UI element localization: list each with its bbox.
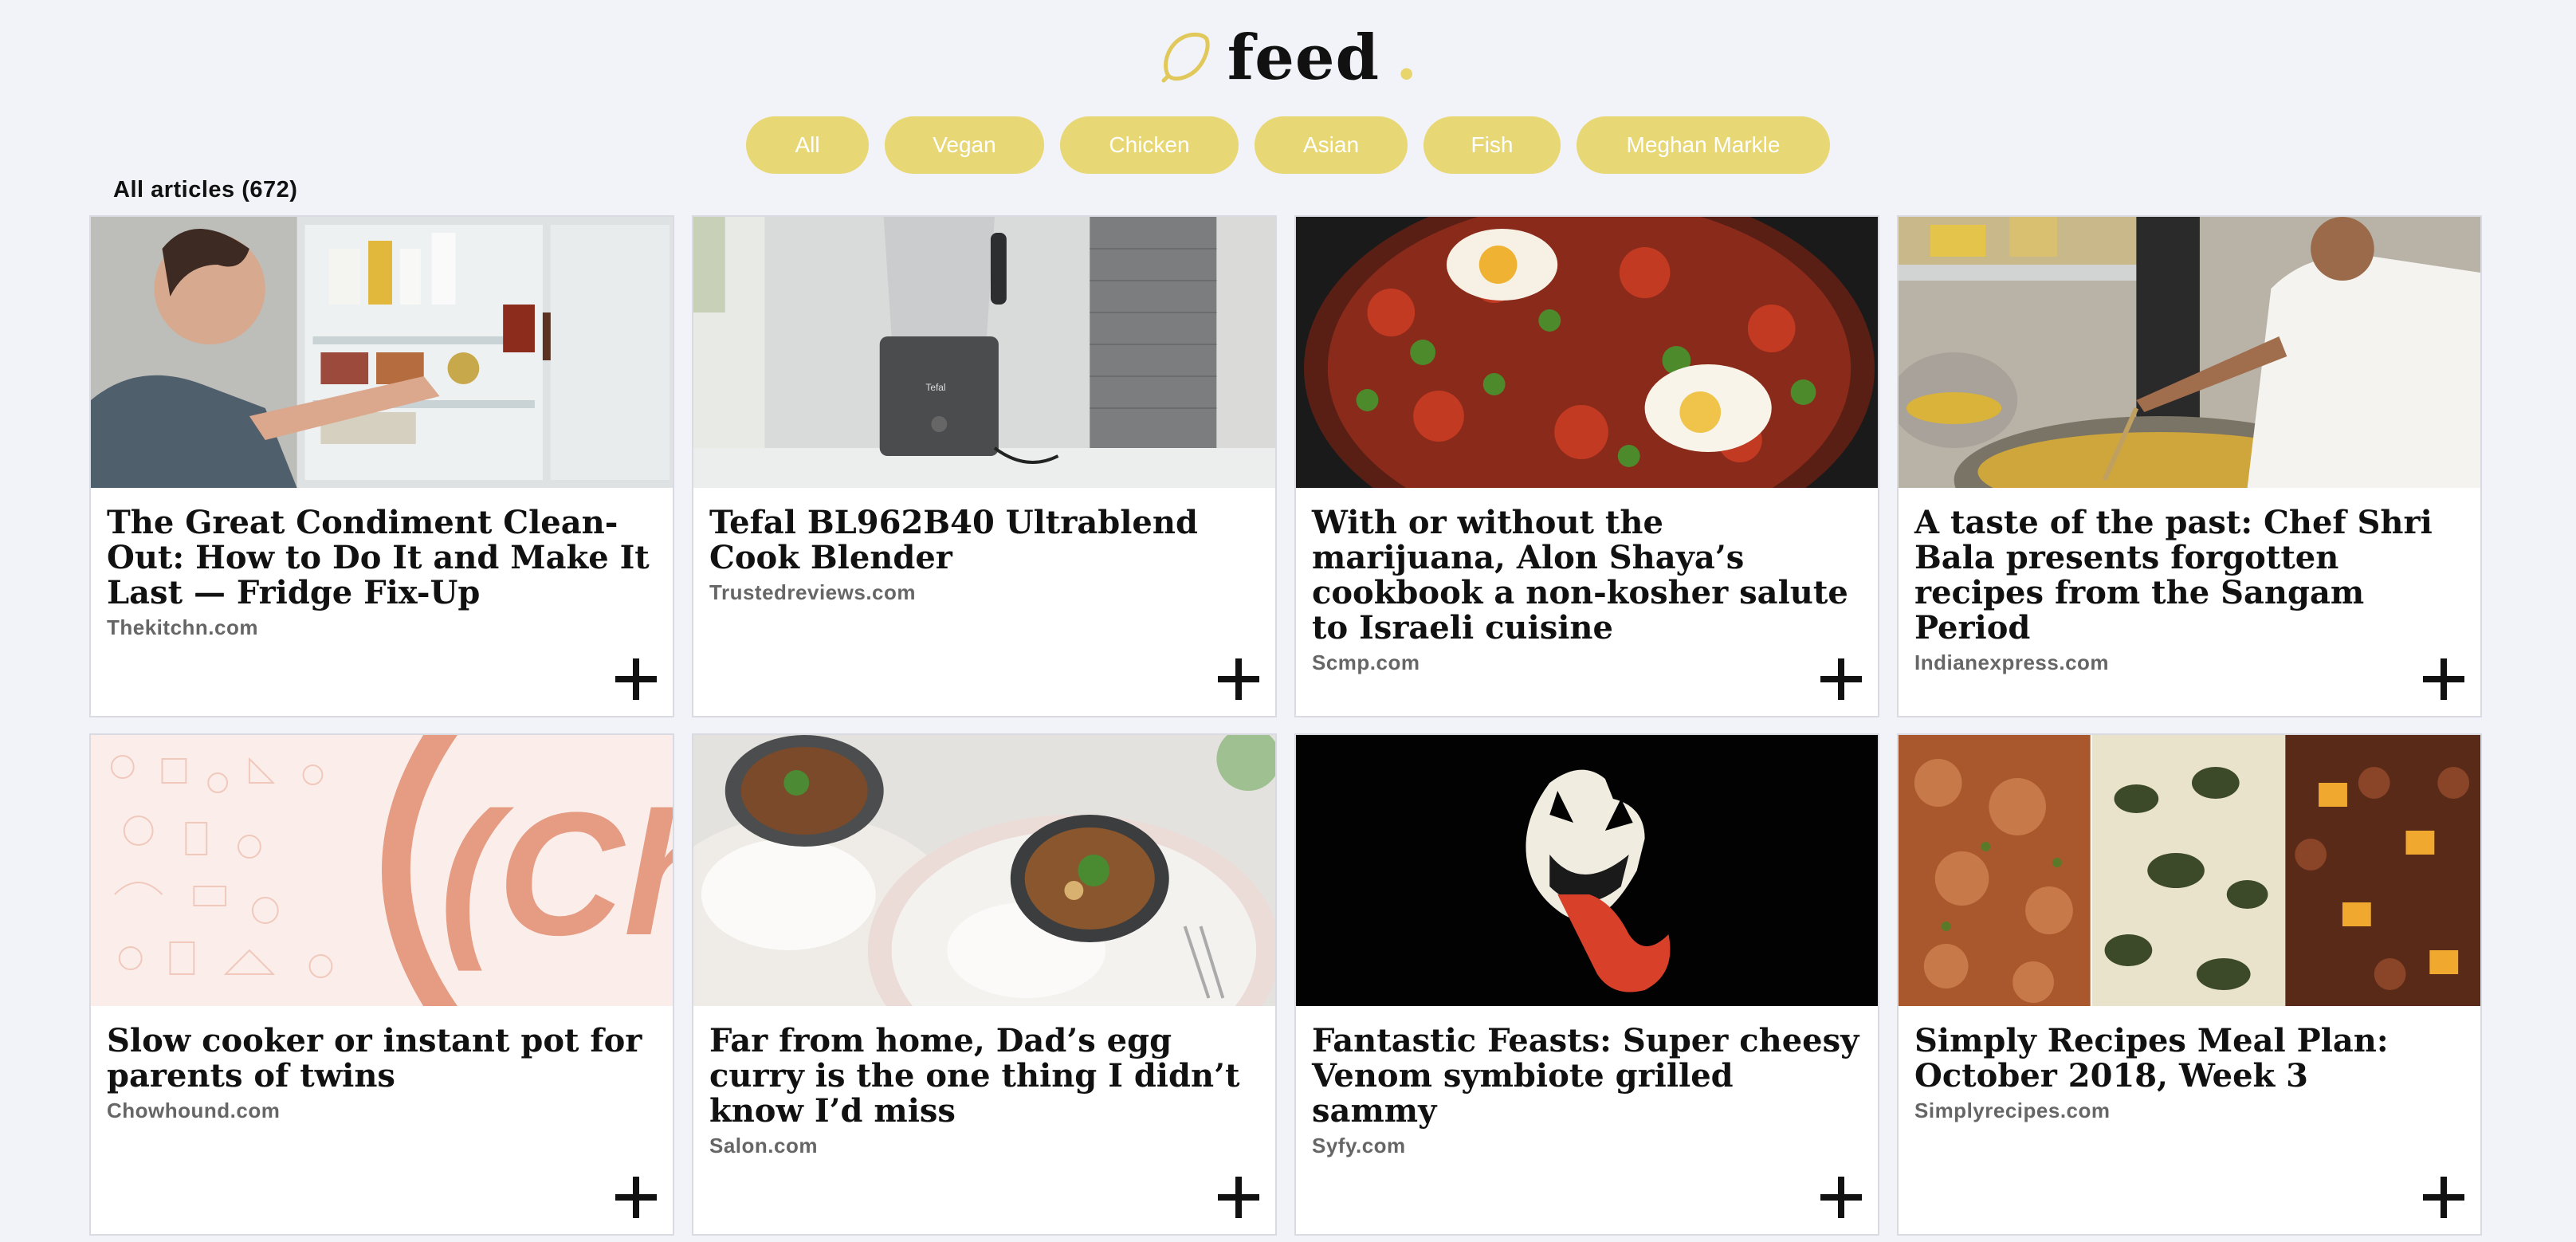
article-source: Thekitchn.com (107, 615, 258, 639)
article-card[interactable]: With or without the marijuana, Alon Shay… (1294, 215, 1879, 717)
articles-count: All articles (672) (113, 177, 298, 202)
article-card[interactable]: A taste of the past: Chef Shri Bala pres… (1897, 215, 2482, 717)
article-thumbnail[interactable] (1899, 217, 2480, 488)
article-card[interactable]: (Ch Slow cooker or instant pot for paren… (89, 733, 674, 1236)
add-icon[interactable] (614, 657, 658, 702)
article-title[interactable]: Tefal BL962B40 Ultrablend Cook Blender (709, 505, 1259, 576)
add-icon[interactable] (1216, 1175, 1261, 1220)
article-source: Scmp.com (1312, 650, 1420, 674)
article-thumbnail[interactable] (1296, 735, 1878, 1006)
article-title[interactable]: Simply Recipes Meal Plan: October 2018, … (1914, 1024, 2464, 1094)
article-thumbnail[interactable]: (Ch (91, 735, 673, 1006)
article-thumbnail[interactable] (693, 735, 1275, 1006)
article-title[interactable]: With or without the marijuana, Alon Shay… (1312, 505, 1862, 646)
filter-chip-meghan-markle[interactable]: Meghan Markle (1577, 116, 1830, 174)
article-card[interactable]: Far from home, Dad’s egg curry is the on… (692, 733, 1277, 1236)
add-icon[interactable] (1216, 657, 1261, 702)
article-source: Trustedreviews.com (709, 580, 916, 604)
article-title[interactable]: A taste of the past: Chef Shri Bala pres… (1914, 505, 2464, 646)
header: feed. (0, 18, 2576, 97)
logo-dot: . (1396, 21, 1418, 94)
blender-brand-label: Tefal (925, 382, 945, 393)
article-source: Syfy.com (1312, 1134, 1406, 1157)
article-thumbnail[interactable] (91, 217, 673, 488)
add-icon[interactable] (2421, 657, 2466, 702)
article-title[interactable]: Fantastic Feasts: Super cheesy Venom sym… (1312, 1024, 1862, 1129)
filter-bar: All Vegan Chicken Asian Fish Meghan Mark… (0, 116, 2576, 174)
article-source: Chowhound.com (107, 1099, 281, 1122)
article-thumbnail[interactable] (1899, 735, 2480, 1006)
article-title[interactable]: The Great Condiment Clean-Out: How to Do… (107, 505, 657, 611)
filter-chip-asian[interactable]: Asian (1255, 116, 1408, 174)
article-source: Indianexpress.com (1914, 650, 2110, 674)
article-source: Salon.com (709, 1134, 818, 1157)
add-icon[interactable] (2421, 1175, 2466, 1220)
add-icon[interactable] (614, 1175, 658, 1220)
article-title[interactable]: Slow cooker or instant pot for parents o… (107, 1024, 657, 1094)
add-icon[interactable] (1819, 657, 1863, 702)
chowhound-mark: (Ch (440, 776, 673, 972)
filter-chip-fish[interactable]: Fish (1423, 116, 1561, 174)
logo-text: feed (1227, 21, 1380, 94)
article-title[interactable]: Far from home, Dad’s egg curry is the on… (709, 1024, 1259, 1129)
article-card[interactable]: The Great Condiment Clean-Out: How to Do… (89, 215, 674, 717)
filter-chip-vegan[interactable]: Vegan (885, 116, 1044, 174)
add-icon[interactable] (1819, 1175, 1863, 1220)
article-source: Simplyrecipes.com (1914, 1099, 2111, 1122)
article-card[interactable]: Fantastic Feasts: Super cheesy Venom sym… (1294, 733, 1879, 1236)
article-thumbnail[interactable]: Tefal (693, 217, 1275, 488)
filter-chip-chicken[interactable]: Chicken (1060, 116, 1239, 174)
article-grid: The Great Condiment Clean-Out: How to Do… (89, 215, 2484, 1236)
filter-chip-all[interactable]: All (746, 116, 869, 174)
article-card[interactable]: Simply Recipes Meal Plan: October 2018, … (1897, 733, 2482, 1236)
lemon-icon (1159, 31, 1211, 84)
article-card[interactable]: Tefal Tefal BL962B40 Ultrablend Cook Ble… (692, 215, 1277, 717)
logo[interactable]: feed. (1159, 21, 1418, 94)
article-thumbnail[interactable] (1296, 217, 1878, 488)
